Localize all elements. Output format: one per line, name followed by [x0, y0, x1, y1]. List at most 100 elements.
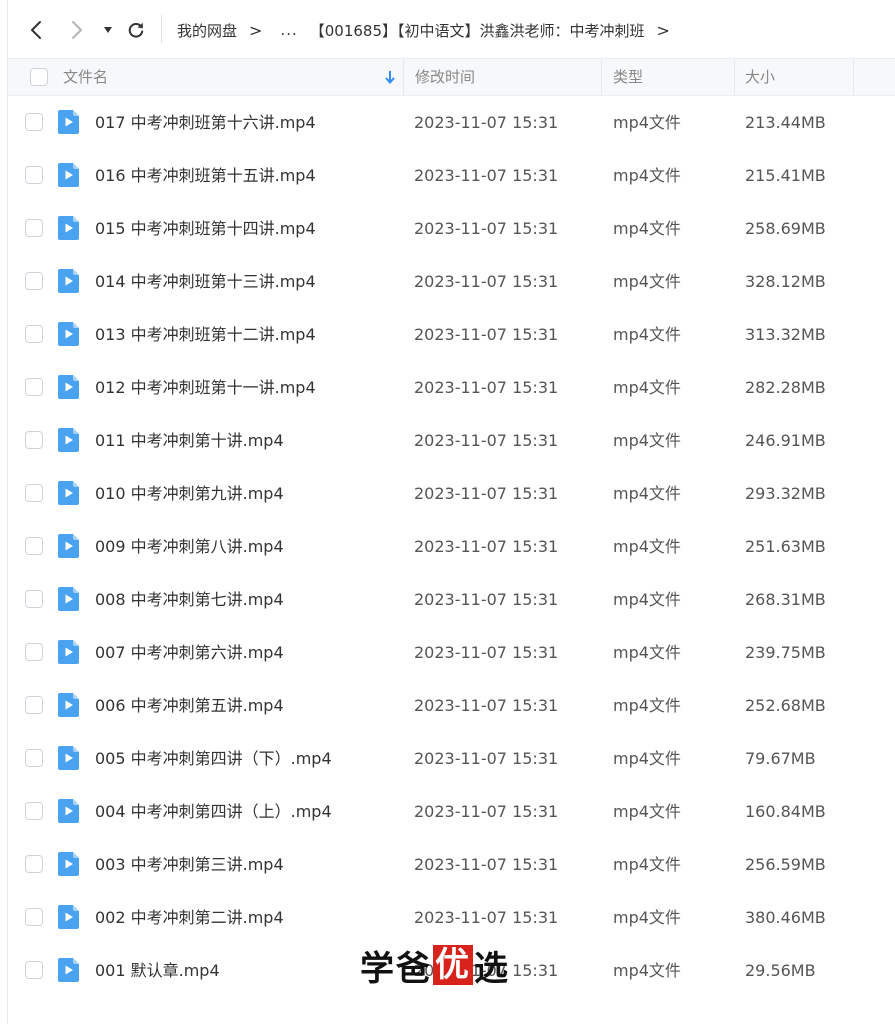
table-row[interactable]: 011 中考冲刺第十讲.mp4 2023-11-07 15:31 mp4文件 246.…: [8, 414, 895, 467]
row-checkbox[interactable]: [25, 378, 43, 396]
file-name[interactable]: 015 中考冲刺班第十四讲.mp4: [95, 202, 316, 255]
column-header-name[interactable]: 文件名: [63, 59, 108, 96]
column-divider[interactable]: [853, 59, 854, 96]
table-row[interactable]: 009 中考冲刺第八讲.mp4 2023-11-07 15:31 mp4文件 251.…: [8, 520, 895, 573]
table-row[interactable]: 015 中考冲刺班第十四讲.mp4 2023-11-07 15:31 mp4文件 25…: [8, 202, 895, 255]
breadcrumb-ellipsis[interactable]: ...: [280, 21, 297, 39]
row-checkbox[interactable]: [25, 961, 43, 979]
file-name[interactable]: 007 中考冲刺第六讲.mp4: [95, 626, 284, 679]
watermark-highlight: 优: [433, 945, 473, 985]
history-dropdown-button[interactable]: [95, 17, 121, 43]
row-checkbox[interactable]: [25, 590, 43, 608]
file-modified-time: 2023-11-07 15:31: [414, 696, 559, 715]
file-name[interactable]: 004 中考冲刺第四讲（上）.mp4: [95, 785, 332, 838]
file-type: mp4文件: [613, 643, 681, 662]
file-name[interactable]: 012 中考冲刺班第十一讲.mp4: [95, 361, 316, 414]
file-name[interactable]: 001 默认章.mp4: [95, 944, 220, 997]
file-type: mp4文件: [613, 325, 681, 344]
table-row[interactable]: 002 中考冲刺第二讲.mp4 2023-11-07 15:31 mp4文件 380.…: [8, 891, 895, 944]
table-row[interactable]: 012 中考冲刺班第十一讲.mp4 2023-11-07 15:31 mp4文件 28…: [8, 361, 895, 414]
file-size: 239.75MB: [745, 643, 826, 662]
file-modified-time: 2023-11-07 15:31: [414, 643, 559, 662]
table-row[interactable]: 006 中考冲刺第五讲.mp4 2023-11-07 15:31 mp4文件 252.…: [8, 679, 895, 732]
file-name[interactable]: 016 中考冲刺班第十五讲.mp4: [95, 149, 316, 202]
table-row[interactable]: 017 中考冲刺班第十六讲.mp4 2023-11-07 15:31 mp4文件 21…: [8, 96, 895, 149]
column-header-size[interactable]: 大小: [745, 59, 775, 96]
breadcrumb-current-folder[interactable]: 【001685】【初中语文】洪鑫洪老师：中考冲刺班: [310, 20, 645, 41]
row-checkbox[interactable]: [25, 272, 43, 290]
row-checkbox[interactable]: [25, 855, 43, 873]
column-divider[interactable]: [734, 59, 735, 96]
file-modified-time: 2023-11-07 15:31: [414, 431, 559, 450]
row-checkbox[interactable]: [25, 166, 43, 184]
file-name[interactable]: 002 中考冲刺第二讲.mp4: [95, 891, 284, 944]
file-name[interactable]: 017 中考冲刺班第十六讲.mp4: [95, 96, 316, 149]
back-button[interactable]: [23, 17, 49, 43]
column-divider[interactable]: [601, 59, 602, 96]
watermark-text: 选: [474, 948, 510, 989]
video-file-icon: [58, 428, 79, 452]
row-checkbox[interactable]: [25, 802, 43, 820]
row-checkbox[interactable]: [25, 219, 43, 237]
column-header-modified[interactable]: 修改时间: [415, 59, 475, 96]
file-name[interactable]: 009 中考冲刺第八讲.mp4: [95, 520, 284, 573]
file-name[interactable]: 006 中考冲刺第五讲.mp4: [95, 679, 284, 732]
file-modified-time: 2023-11-07 15:31: [414, 537, 559, 556]
breadcrumb-root[interactable]: 我的网盘: [177, 20, 237, 41]
column-divider[interactable]: [403, 59, 404, 96]
file-modified-time: 2023-11-07 15:31: [414, 749, 559, 768]
row-checkbox[interactable]: [25, 749, 43, 767]
row-checkbox[interactable]: [25, 113, 43, 131]
file-type: mp4文件: [613, 802, 681, 821]
file-type: mp4文件: [613, 113, 681, 132]
video-file-icon: [58, 958, 79, 982]
file-modified-time: 2023-11-07 15:31: [414, 219, 559, 238]
file-name[interactable]: 008 中考冲刺第七讲.mp4: [95, 573, 284, 626]
breadcrumb-separator: >: [656, 20, 670, 40]
select-all-checkbox[interactable]: [30, 68, 48, 86]
chevron-left-icon: [31, 21, 41, 39]
table-row[interactable]: 016 中考冲刺班第十五讲.mp4 2023-11-07 15:31 mp4文件 21…: [8, 149, 895, 202]
file-modified-time: 2023-11-07 15:31: [414, 166, 559, 185]
table-row[interactable]: 004 中考冲刺第四讲（上）.mp4 2023-11-07 15:31 mp4文件 1…: [8, 785, 895, 838]
file-type: mp4文件: [613, 431, 681, 450]
video-file-icon: [58, 322, 79, 346]
column-header-type[interactable]: 类型: [613, 59, 643, 96]
file-modified-time: 2023-11-07 15:31: [414, 113, 559, 132]
row-checkbox[interactable]: [25, 537, 43, 555]
video-file-icon: [58, 640, 79, 664]
table-row[interactable]: 008 中考冲刺第七讲.mp4 2023-11-07 15:31 mp4文件 268.…: [8, 573, 895, 626]
table-row[interactable]: 013 中考冲刺班第十二讲.mp4 2023-11-07 15:31 mp4文件 31…: [8, 308, 895, 361]
file-name[interactable]: 010 中考冲刺第九讲.mp4: [95, 467, 284, 520]
row-checkbox[interactable]: [25, 431, 43, 449]
file-name[interactable]: 003 中考冲刺第三讲.mp4: [95, 838, 284, 891]
file-name[interactable]: 013 中考冲刺班第十二讲.mp4: [95, 308, 316, 361]
row-checkbox[interactable]: [25, 325, 43, 343]
file-name[interactable]: 005 中考冲刺第四讲（下）.mp4: [95, 732, 332, 785]
file-size: 313.32MB: [745, 325, 826, 344]
file-type: mp4文件: [613, 590, 681, 609]
video-file-icon: [58, 693, 79, 717]
breadcrumb: 我的网盘 > ... 【001685】【初中语文】洪鑫洪老师：中考冲刺班 >: [177, 18, 681, 42]
forward-button[interactable]: [64, 17, 90, 43]
video-file-icon: [58, 799, 79, 823]
sort-descending-icon[interactable]: [383, 68, 397, 86]
table-row[interactable]: 003 中考冲刺第三讲.mp4 2023-11-07 15:31 mp4文件 256.…: [8, 838, 895, 891]
table-row[interactable]: 005 中考冲刺第四讲（下）.mp4 2023-11-07 15:31 mp4文件 7…: [8, 732, 895, 785]
file-type: mp4文件: [613, 537, 681, 556]
row-checkbox[interactable]: [25, 908, 43, 926]
file-name[interactable]: 011 中考冲刺第十讲.mp4: [95, 414, 284, 467]
table-row[interactable]: 014 中考冲刺班第十三讲.mp4 2023-11-07 15:31 mp4文件 32…: [8, 255, 895, 308]
table-row[interactable]: 010 中考冲刺第九讲.mp4 2023-11-07 15:31 mp4文件 293.…: [8, 467, 895, 520]
video-file-icon: [58, 216, 79, 240]
row-checkbox[interactable]: [25, 484, 43, 502]
file-size: 246.91MB: [745, 431, 826, 450]
video-file-icon: [58, 481, 79, 505]
row-checkbox[interactable]: [25, 696, 43, 714]
file-name[interactable]: 014 中考冲刺班第十三讲.mp4: [95, 255, 316, 308]
row-checkbox[interactable]: [25, 643, 43, 661]
refresh-button[interactable]: [123, 17, 149, 43]
file-type: mp4文件: [613, 696, 681, 715]
file-size: 328.12MB: [745, 272, 826, 291]
table-row[interactable]: 007 中考冲刺第六讲.mp4 2023-11-07 15:31 mp4文件 239.…: [8, 626, 895, 679]
